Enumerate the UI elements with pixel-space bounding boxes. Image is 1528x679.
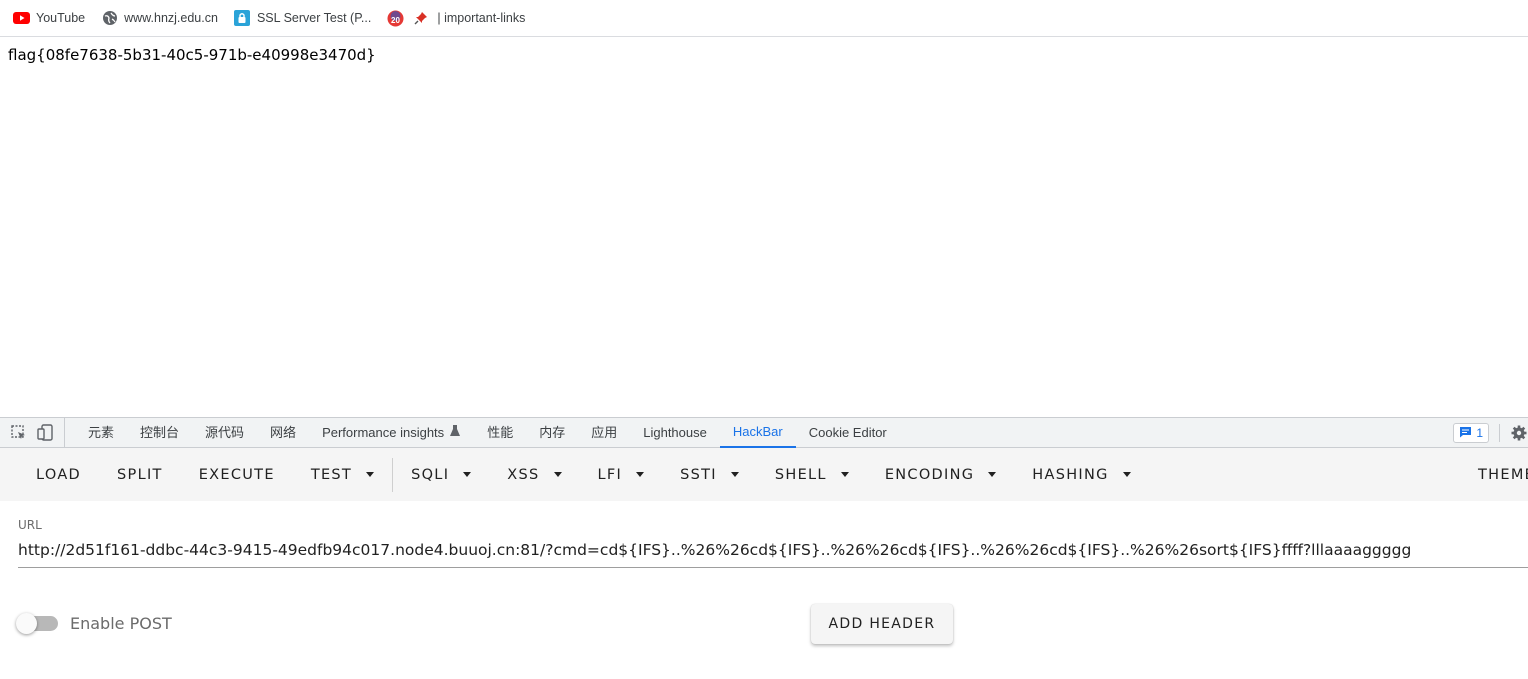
caret-down-icon [988, 472, 997, 477]
tab-elements[interactable]: 元素 [75, 418, 127, 448]
gear-icon[interactable] [1510, 424, 1528, 442]
menu-label: ENCODING [884, 466, 975, 483]
tab-console[interactable]: 控制台 [127, 418, 192, 448]
svg-text:20: 20 [391, 16, 400, 25]
devtools-panel: 元素 控制台 源代码 网络 Performance insights 性能 内存… [0, 417, 1528, 679]
tab-network[interactable]: 网络 [257, 418, 309, 448]
url-label: URL [18, 518, 42, 532]
inspect-element-icon[interactable] [10, 424, 28, 442]
youtube-icon [13, 10, 30, 27]
bookmark-youtube[interactable]: YouTube [13, 10, 85, 27]
bookmark-ssl-test[interactable]: SSL Server Test (P... [234, 10, 371, 27]
load-button[interactable]: LOAD [18, 457, 99, 493]
page-text: flag{08fe7638-5b31-40c5-971b-e40998e3470… [8, 46, 376, 64]
post-switch[interactable] [16, 613, 58, 634]
hackbar-toolbar: LOAD SPLIT EXECUTE TEST SQLI XSS LFI SST… [0, 448, 1528, 501]
bookmark-hnzj[interactable]: www.hnzj.edu.cn [101, 10, 218, 27]
menu-label: HASHING [1032, 466, 1109, 483]
test-menu-button[interactable]: TEST [293, 457, 392, 493]
url-field: URL [18, 518, 1528, 568]
caret-down-icon [840, 472, 849, 477]
tab-performance-insights[interactable]: Performance insights [309, 418, 474, 448]
ssl-lock-icon [234, 10, 251, 27]
menu-label: LFI [597, 466, 623, 483]
message-icon [1459, 426, 1472, 441]
menu-label: TEST [310, 466, 353, 483]
bookmark-label: | important-links [437, 11, 526, 25]
issues-badge[interactable]: 1 [1453, 423, 1489, 443]
device-toolbar-icon[interactable] [36, 424, 54, 442]
url-input[interactable] [18, 536, 1528, 568]
issues-count: 1 [1476, 426, 1483, 440]
devtools-tabbar: 元素 控制台 源代码 网络 Performance insights 性能 内存… [0, 418, 1528, 448]
bookmarks-bar: YouTube www.hnzj.edu.cn SSL Server Test … [0, 0, 1528, 37]
enable-post-toggle[interactable]: Enable POST [16, 613, 172, 634]
menu-label: XSS [507, 466, 540, 483]
menu-label: SSTI [680, 466, 717, 483]
caret-down-icon [366, 472, 375, 477]
tab-performance[interactable]: 性能 [474, 418, 526, 448]
shell-menu-button[interactable]: SHELL [757, 457, 867, 493]
sqli-menu-button[interactable]: SQLI [393, 457, 489, 493]
theme-button[interactable]: THEME [1478, 448, 1528, 501]
encoding-menu-button[interactable]: ENCODING [867, 457, 1014, 493]
hashing-menu-button[interactable]: HASHING [1014, 457, 1148, 493]
ssti-menu-button[interactable]: SSTI [662, 457, 757, 493]
caret-down-icon [636, 472, 645, 477]
switch-thumb [16, 613, 37, 634]
execute-button[interactable]: EXECUTE [181, 457, 293, 493]
bookmark-important-links[interactable]: 20 | important-links [387, 10, 525, 27]
add-header-button[interactable]: ADD HEADER [811, 604, 953, 644]
tab-application[interactable]: 应用 [578, 418, 630, 448]
tab-cookie-editor[interactable]: Cookie Editor [796, 418, 900, 448]
tab-lighthouse[interactable]: Lighthouse [630, 418, 720, 448]
caret-down-icon [730, 472, 739, 477]
enable-post-label: Enable POST [70, 614, 172, 633]
tab-hackbar[interactable]: HackBar [719, 418, 796, 448]
tab-label: Performance insights [322, 424, 445, 440]
caret-down-icon [1122, 472, 1131, 477]
tab-sources[interactable]: 源代码 [192, 418, 257, 448]
menu-label: SQLI [411, 466, 450, 483]
lfi-menu-button[interactable]: LFI [580, 457, 663, 493]
globe-icon [101, 10, 118, 27]
bookmark-label: www.hnzj.edu.cn [124, 11, 218, 25]
bookmark-label: YouTube [36, 11, 86, 25]
badge-icon: 20 [387, 10, 404, 27]
xss-menu-button[interactable]: XSS [489, 457, 579, 493]
flask-icon [449, 418, 461, 448]
split-button[interactable]: SPLIT [99, 457, 181, 493]
bookmark-label: SSL Server Test (P... [256, 11, 372, 25]
menu-label: SHELL [774, 466, 827, 483]
caret-down-icon [553, 472, 562, 477]
tab-memory[interactable]: 内存 [526, 418, 578, 448]
pin-icon [412, 10, 429, 27]
caret-down-icon [463, 472, 472, 477]
toolbar-divider [1499, 424, 1500, 442]
